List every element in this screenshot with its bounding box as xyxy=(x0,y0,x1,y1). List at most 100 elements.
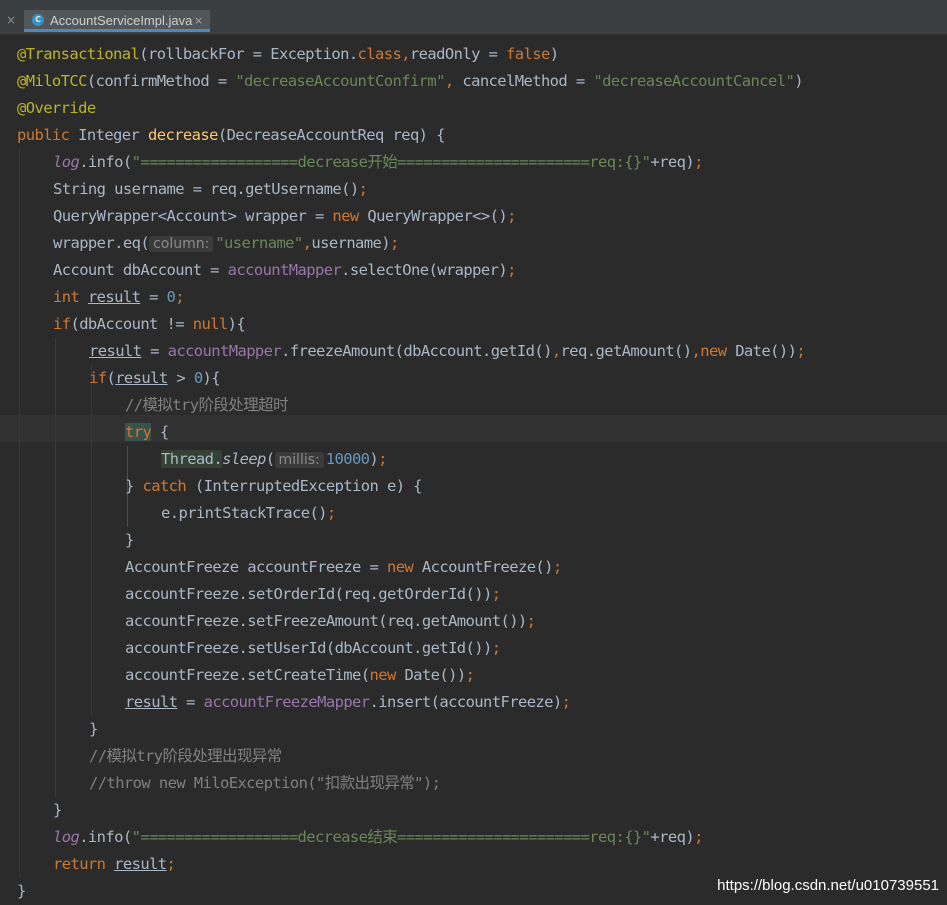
code-line[interactable]: QueryWrapper<Account> wrapper = new Quer… xyxy=(53,203,516,230)
keyword: null xyxy=(192,315,229,333)
code-line[interactable]: wrapper.eq(column: "username",username); xyxy=(53,230,399,257)
keyword: ; xyxy=(358,180,368,198)
keyword: ; xyxy=(389,234,399,252)
keyword: ; xyxy=(326,504,336,522)
code-line[interactable]: @Transactional(rollbackFor = Exception.c… xyxy=(17,41,559,68)
code-text: ) xyxy=(549,45,559,63)
reassigned-variable: result xyxy=(87,288,141,306)
code-text: Account dbAccount = xyxy=(53,261,228,279)
indent-guide xyxy=(19,149,20,878)
code-text: (DecreaseAccountReq req) { xyxy=(217,126,446,144)
keyword: if xyxy=(53,315,71,333)
window-top-strip xyxy=(0,0,947,8)
static-method: sleep xyxy=(222,450,266,468)
string-literal: "==================decrease结束===========… xyxy=(131,828,651,846)
field-reference: accountFreezeMapper xyxy=(203,693,371,711)
code-line[interactable]: //throw new MiloException("扣款出现异常"); xyxy=(89,770,441,797)
keyword: ; xyxy=(507,261,516,279)
code-text: { xyxy=(151,423,169,441)
code-text: (dbAccount != xyxy=(70,315,193,333)
code-line[interactable]: } catch (InterruptedException e) { xyxy=(125,473,423,500)
code-text: req.getAmount() xyxy=(560,342,693,360)
code-line[interactable]: } xyxy=(89,716,98,743)
code-line[interactable]: AccountFreeze accountFreeze = new Accoun… xyxy=(125,554,562,581)
keyword: , xyxy=(551,342,561,360)
code-text: > xyxy=(167,369,194,387)
code-line[interactable]: result = accountMapper.freezeAmount(dbAc… xyxy=(89,338,806,365)
code-text: .selectOne(wrapper) xyxy=(341,261,508,279)
code-line[interactable]: String username = req.getUsername(); xyxy=(53,176,368,203)
code-line[interactable]: e.printStackTrace(); xyxy=(161,500,336,527)
tab-close-icon[interactable]: × xyxy=(194,13,203,28)
code-text: accountFreeze.setFreezeAmount(req.getAmo… xyxy=(125,612,527,630)
code-line[interactable]: } xyxy=(125,527,134,554)
code-line[interactable]: Thread.sleep(millis: 10000); xyxy=(161,446,387,473)
code-line[interactable]: accountFreeze.setFreezeAmount(req.getAmo… xyxy=(125,608,536,635)
code-line[interactable]: if(dbAccount != null){ xyxy=(53,311,246,338)
code-text: cancelMethod = xyxy=(462,72,594,90)
code-line[interactable]: result = accountFreezeMapper.insert(acco… xyxy=(125,689,571,716)
code-line[interactable]: //模拟try阶段处理超时 xyxy=(125,392,288,419)
code-line[interactable]: } xyxy=(53,797,62,824)
code-text: Date()) xyxy=(404,666,466,684)
keyword: public xyxy=(17,126,79,144)
comment: //模拟try阶段处理超时 xyxy=(125,396,288,414)
code-line[interactable]: Account dbAccount = accountMapper.select… xyxy=(53,257,516,284)
keyword: int xyxy=(53,288,88,306)
code-editor[interactable]: @Transactional(rollbackFor = Exception.c… xyxy=(0,35,947,904)
code-text: .insert(accountFreeze) xyxy=(369,693,563,711)
code-line[interactable]: @Override xyxy=(17,95,96,122)
code-line[interactable]: public Integer decrease(DecreaseAccountR… xyxy=(17,122,445,149)
keyword: false xyxy=(506,45,550,63)
code-line[interactable]: } xyxy=(17,878,26,905)
string-literal: "decreaseAccountCancel" xyxy=(593,72,795,90)
code-line[interactable]: if(result > 0){ xyxy=(89,365,221,392)
code-line[interactable]: accountFreeze.setCreateTime(new Date()); xyxy=(125,662,475,689)
code-line[interactable]: int result = 0; xyxy=(53,284,185,311)
code-line[interactable]: log.info("==================decrease开始==… xyxy=(53,149,703,176)
code-text: } xyxy=(53,801,62,819)
code-text: .info( xyxy=(79,828,132,846)
code-line[interactable]: log.info("==================decrease结束==… xyxy=(53,824,703,851)
code-line[interactable]: try { xyxy=(125,419,169,446)
code-text: QueryWrapper<>() xyxy=(367,207,508,225)
code-line[interactable]: return result; xyxy=(53,851,176,878)
code-text: = xyxy=(141,342,168,360)
code-text: ( xyxy=(265,450,275,468)
keyword: ; xyxy=(526,612,536,630)
keyword: ; xyxy=(507,207,516,225)
code-text: e.printStackTrace() xyxy=(161,504,328,522)
field-reference: accountMapper xyxy=(227,261,342,279)
method-name: decrease xyxy=(147,126,218,144)
code-line[interactable]: accountFreeze.setUserId(dbAccount.getId(… xyxy=(125,635,501,662)
annotation: @Transactional xyxy=(17,45,140,63)
code-text: +req) xyxy=(650,828,695,846)
keyword: ; xyxy=(166,855,176,873)
keyword: new xyxy=(332,207,368,225)
static-field: log xyxy=(53,828,80,846)
code-text: } xyxy=(125,477,143,495)
code-line[interactable]: //模拟try阶段处理出现异常 xyxy=(89,743,282,770)
keyword: ; xyxy=(561,693,571,711)
close-icon[interactable]: × xyxy=(6,12,16,28)
string-literal: "decreaseAccountConfirm" xyxy=(235,72,445,90)
code-text: (confirmMethod = xyxy=(86,72,236,90)
keyword: ; xyxy=(175,288,185,306)
keyword: ; xyxy=(796,342,806,360)
code-text: AccountFreeze accountFreeze = xyxy=(125,558,387,576)
tab-account-service-impl[interactable]: C AccountServiceImpl.java × xyxy=(24,10,210,32)
code-line[interactable]: @MiloTCC(confirmMethod = "decreaseAccoun… xyxy=(17,68,804,95)
code-text: } xyxy=(17,882,26,900)
reassigned-variable: result xyxy=(114,855,167,873)
keyword: class xyxy=(357,45,402,63)
code-text: Date()) xyxy=(735,342,797,360)
editor-tab-bar: × C AccountServiceImpl.java × xyxy=(0,8,947,35)
string-literal: "==================decrease开始===========… xyxy=(131,153,651,171)
code-line[interactable]: accountFreeze.setOrderId(req.getOrderId(… xyxy=(125,581,501,608)
code-text: = xyxy=(177,693,204,711)
keyword-highlight: try xyxy=(125,423,152,441)
comment: //throw new MiloException("扣款出现异常"); xyxy=(89,774,441,792)
keyword: catch xyxy=(142,477,195,495)
string-literal: "username" xyxy=(215,234,303,252)
code-text: accountFreeze.setCreateTime( xyxy=(125,666,370,684)
